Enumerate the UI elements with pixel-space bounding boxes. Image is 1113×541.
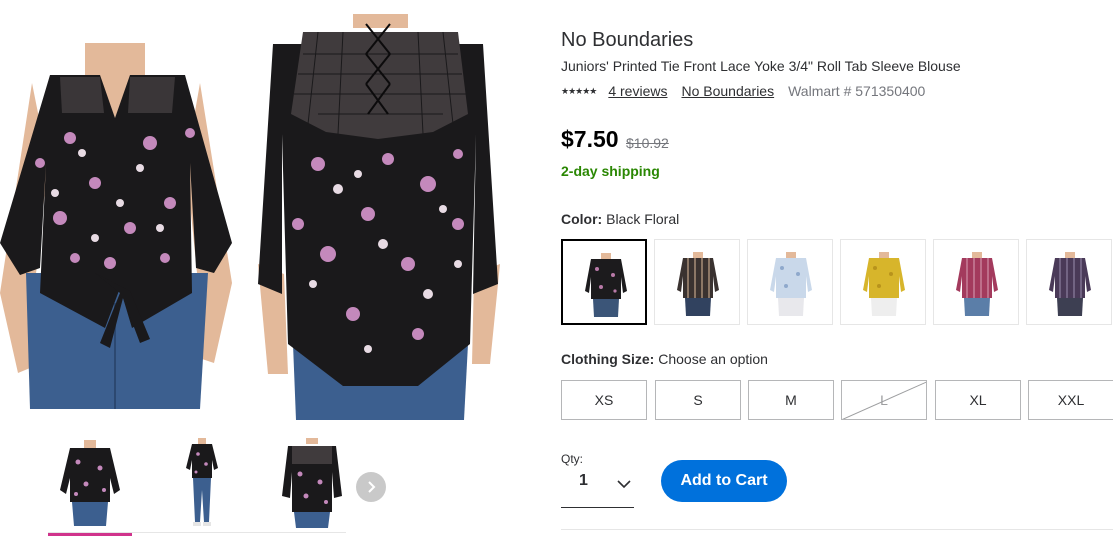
section-divider bbox=[561, 529, 1113, 530]
thumbnail-back[interactable] bbox=[270, 438, 354, 534]
color-swatch-light-blue-floral[interactable] bbox=[747, 239, 833, 325]
color-swatch-black-stripe[interactable] bbox=[654, 239, 740, 325]
color-label: Color: Black Floral bbox=[561, 211, 679, 227]
color-swatch-mustard-floral[interactable] bbox=[840, 239, 926, 325]
unavailable-strike bbox=[842, 381, 926, 419]
qty-label: Qty: bbox=[561, 452, 584, 466]
star-rating-icon: ★★★★★ bbox=[561, 85, 597, 96]
blouse-back-illustration bbox=[258, 14, 500, 420]
chevron-right-icon[interactable] bbox=[356, 472, 386, 502]
product-meta-row: ★★★★★ 4 reviews No Boundaries Walmart # … bbox=[561, 83, 925, 99]
size-option-m[interactable]: M bbox=[748, 380, 834, 420]
walmart-item-number: Walmart # 571350400 bbox=[788, 83, 926, 99]
size-option-l[interactable]: L bbox=[841, 380, 927, 420]
product-gallery bbox=[0, 0, 540, 541]
reviews-link[interactable]: 4 reviews bbox=[608, 83, 667, 99]
color-swatch-berry-stripe[interactable] bbox=[933, 239, 1019, 325]
thumbnail-strip bbox=[48, 438, 348, 536]
thumbnail-full-body-image bbox=[186, 438, 218, 526]
size-option-label: XS bbox=[594, 392, 614, 408]
thumbnail-front-image bbox=[60, 440, 120, 526]
swatch-image bbox=[863, 252, 905, 316]
product-info-panel: No Boundaries Juniors' Printed Tie Front… bbox=[561, 0, 1113, 541]
product-title: Juniors' Printed Tie Front Lace Yoke 3/4… bbox=[561, 58, 961, 74]
thumbnail-full-body[interactable] bbox=[160, 438, 244, 534]
blouse-front-illustration bbox=[0, 43, 232, 409]
qty-select[interactable]: 1 bbox=[561, 466, 634, 508]
size-option-xxl[interactable]: XXL bbox=[1028, 380, 1113, 420]
size-option-s[interactable]: S bbox=[655, 380, 741, 420]
swatch-image bbox=[677, 252, 719, 316]
chevron-down-icon bbox=[617, 476, 631, 494]
selected-color-name: Black Floral bbox=[606, 211, 680, 227]
product-image-back[interactable] bbox=[258, 14, 500, 420]
size-option-xl[interactable]: XL bbox=[935, 380, 1021, 420]
size-label-prefix: Clothing Size: bbox=[561, 351, 655, 367]
color-label-prefix: Color: bbox=[561, 211, 603, 227]
brand-name: No Boundaries bbox=[561, 29, 694, 51]
swatch-image bbox=[956, 252, 998, 316]
qty-value: 1 bbox=[579, 472, 588, 489]
size-option-label: M bbox=[785, 392, 797, 408]
size-option-xs[interactable]: XS bbox=[561, 380, 647, 420]
swatch-image bbox=[770, 252, 812, 316]
was-price: $10.92 bbox=[626, 135, 669, 151]
thumbnail-front[interactable] bbox=[48, 438, 132, 536]
thumbnail-divider bbox=[48, 532, 346, 533]
color-swatch-black-floral[interactable] bbox=[561, 239, 647, 325]
size-option-label: S bbox=[693, 392, 703, 408]
color-swatch-navy-stripe[interactable] bbox=[1026, 239, 1112, 325]
shipping-badge: 2-day shipping bbox=[561, 163, 660, 179]
swatch-image bbox=[585, 253, 627, 317]
size-label: Clothing Size: Choose an option bbox=[561, 351, 768, 367]
size-option-label: XL bbox=[969, 392, 987, 408]
size-prompt: Choose an option bbox=[658, 351, 768, 367]
swatch-image bbox=[1049, 252, 1091, 316]
add-to-cart-button[interactable]: Add to Cart bbox=[661, 460, 787, 502]
size-option-label: XXL bbox=[1057, 392, 1085, 408]
current-price: $7.50 bbox=[561, 126, 619, 152]
brand-link[interactable]: No Boundaries bbox=[681, 83, 774, 99]
color-swatch-list bbox=[561, 239, 1113, 327]
product-image-front[interactable] bbox=[0, 43, 235, 409]
thumbnail-back-image bbox=[282, 438, 342, 528]
